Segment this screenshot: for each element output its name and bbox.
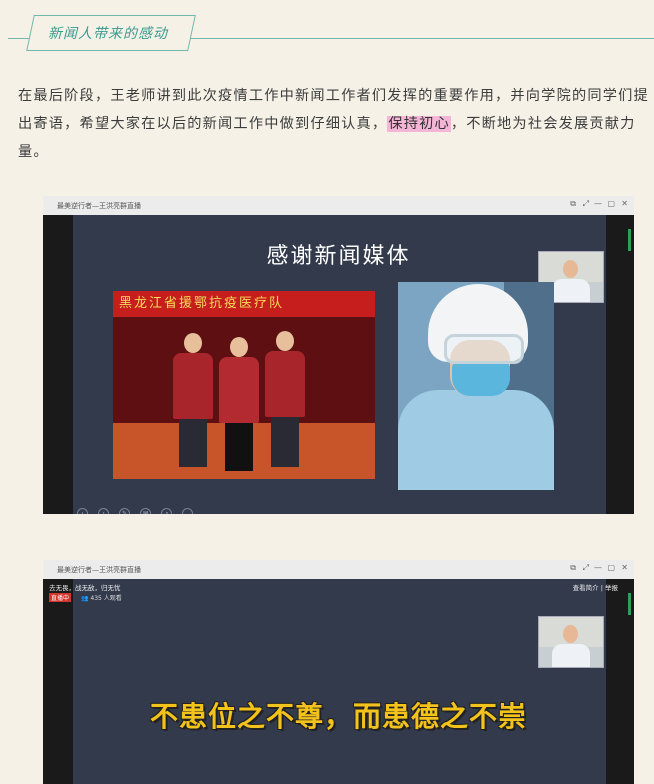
stream-quote: 不患位之不尊，而患德之不崇 — [149, 700, 527, 733]
screenshot-window-1: 最美逆行者—王洪亮群直播 ⧉ ⤢ — ▢ ✕ 感谢新闻媒体 黑龙江省援鄂抗疫医疗… — [43, 196, 634, 514]
close-icon[interactable]: ✕ — [621, 563, 628, 572]
para-line-3: 量。 — [18, 144, 49, 160]
screenshot-window-2: 最美逆行者—王洪亮群直播 ⧉ ⤢ — ▢ ✕ 去无畏，战无敌，归无忧 直播中 👥… — [43, 560, 634, 784]
fullscreen-icon[interactable]: ⤢ — [583, 199, 589, 209]
close-icon[interactable]: ✕ — [621, 199, 628, 208]
fullscreen-icon[interactable]: ⤢ — [583, 563, 589, 573]
article-paragraph: 在最后阶段，王老师讲到此次疫情工作中新闻工作者们发挥的重要作用，并向学院的同学们… — [18, 82, 654, 166]
zoom-icon[interactable]: ⌕ — [161, 508, 173, 514]
window-titlebar: 最美逆行者—王洪亮群直播 ⧉ ⤢ — ▢ ✕ — [43, 196, 634, 215]
stream-links: 查看简介 | 举报 — [572, 584, 618, 592]
video-left-border — [43, 579, 73, 784]
highlighted-phrase: 保持初心 — [387, 116, 451, 132]
volume-level-icon — [628, 593, 631, 615]
section-title: 新闻人带来的感动 — [48, 26, 168, 42]
window-title: 最美逆行者—王洪亮群直播 — [57, 202, 141, 210]
slide-photo-medical-team: 黑龙江省援鄂抗疫医疗队 — [113, 291, 375, 479]
viewers-icon: 👥 — [81, 595, 91, 602]
next-icon[interactable]: › — [98, 508, 110, 514]
slide-photo-nurse — [398, 282, 554, 490]
report-link[interactable]: 举报 — [605, 584, 618, 592]
video-right-border — [606, 579, 634, 784]
maximize-icon[interactable]: ▢ — [607, 563, 615, 572]
minimize-icon[interactable]: — — [594, 563, 602, 572]
slide-controls: ‹ › ✎ ▤ ⌕ … — [77, 500, 198, 514]
pin-icon[interactable]: ⧉ — [570, 199, 576, 209]
para-text: 出寄语，希望大家在以后的新闻工作中做到仔细认真， — [18, 116, 388, 132]
para-line-2: 出寄语，希望大家在以后的新闻工作中做到仔细认真，保持初心，不断地为社会发展贡献力 — [18, 110, 654, 138]
viewer-count: 👥 435 人观看 — [81, 593, 122, 602]
more-icon[interactable]: … — [182, 508, 194, 514]
maximize-icon[interactable]: ▢ — [607, 199, 615, 208]
para-text: ，不断地为社会发展贡献力 — [450, 116, 636, 132]
presenter-camera-feed — [538, 616, 604, 668]
viewer-count-text: 435 人观看 — [90, 595, 122, 602]
window-title: 最美逆行者—王洪亮群直播 — [57, 566, 141, 574]
stream-subtitle: 去无畏，战无敌，归无忧 — [49, 584, 121, 592]
pages-icon[interactable]: ▤ — [140, 508, 152, 514]
window-titlebar: 最美逆行者—王洪亮群直播 ⧉ ⤢ — ▢ ✕ — [43, 560, 634, 579]
para-line-1: 在最后阶段，王老师讲到此次疫情工作中新闻工作者们发挥的重要作用，并向学院的同学们… — [18, 88, 649, 104]
live-badge: 直播中 — [49, 593, 72, 602]
minimize-icon[interactable]: — — [594, 199, 602, 208]
intro-link[interactable]: 查看简介 — [573, 584, 599, 592]
pen-icon[interactable]: ✎ — [119, 508, 131, 514]
photo-banner-text: 黑龙江省援鄂抗疫医疗队 — [113, 291, 375, 317]
pin-icon[interactable]: ⧉ — [570, 563, 576, 573]
prev-icon[interactable]: ‹ — [77, 508, 88, 514]
